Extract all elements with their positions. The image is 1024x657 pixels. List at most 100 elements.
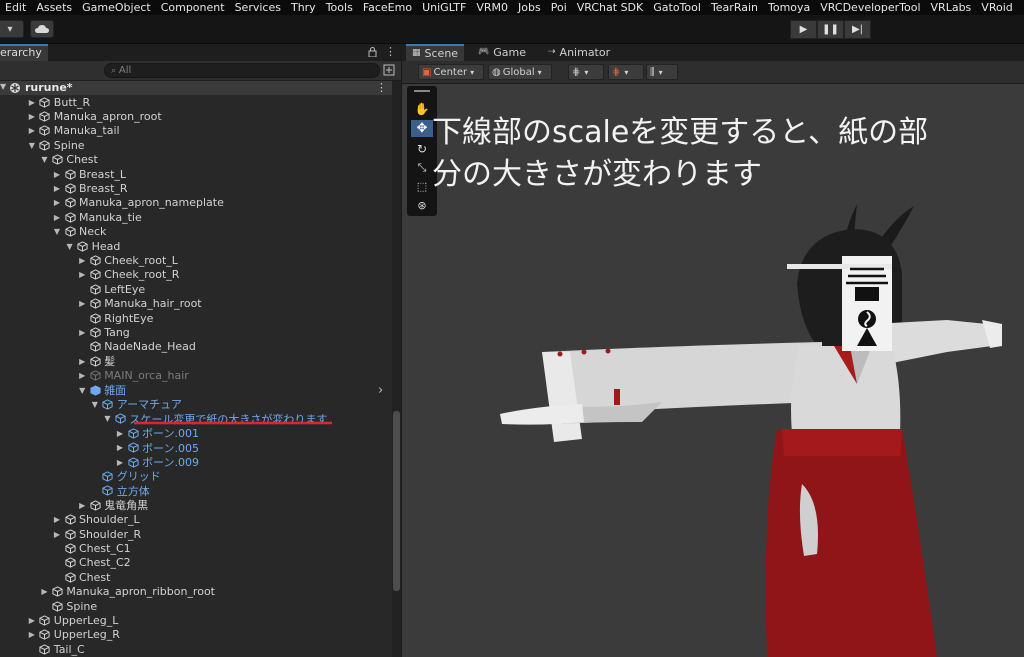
hierarchy-row[interactable]: ▶ Manuka_tail [0, 124, 392, 138]
collapsed-arrow-icon[interactable]: ▶ [76, 371, 88, 380]
collapsed-arrow-icon[interactable]: ▶ [51, 515, 63, 524]
move-tool-button[interactable]: ✥ [411, 120, 433, 137]
tab-animator[interactable]: ⇢ Animator [548, 44, 618, 61]
hierarchy-row[interactable]: ▶ MAIN_orca_hair [0, 369, 392, 383]
expanded-arrow-icon[interactable]: ▼ [38, 155, 50, 164]
hierarchy-row[interactable]: RightEye [0, 311, 392, 325]
prefab-open-chevron-icon[interactable]: › [378, 383, 383, 398]
hierarchy-row[interactable]: ▶ ボーン.005 [0, 441, 392, 455]
collapsed-arrow-icon[interactable]: ▶ [26, 98, 38, 107]
play-button[interactable]: ▶ [790, 20, 817, 39]
scene-menu-icon[interactable]: ⋮ [376, 81, 387, 94]
collapsed-arrow-icon[interactable]: ▶ [38, 587, 50, 596]
grid-snap-dropdown[interactable]: ⋕ ▾ [608, 64, 644, 80]
scene-visibility-icon[interactable] [383, 64, 395, 76]
menu-item-component[interactable]: Component [156, 0, 230, 15]
hierarchy-row[interactable]: ▶ Shoulder_L [0, 513, 392, 527]
tools-drag-handle[interactable] [414, 90, 430, 92]
scene-expand-arrow[interactable]: ▼ [0, 82, 6, 91]
menu-item-jobs[interactable]: Jobs [513, 0, 546, 15]
cloud-button[interactable] [30, 20, 54, 38]
menu-item-vrm0[interactable]: VRM0 [471, 0, 513, 15]
hierarchy-row[interactable]: ▶ Manuka_apron_ribbon_root [0, 585, 392, 599]
menu-item-poi[interactable]: Poi [546, 0, 572, 15]
hierarchy-row[interactable]: ▶ Butt_R [0, 95, 392, 109]
collapsed-arrow-icon[interactable]: ▶ [114, 458, 126, 467]
account-dropdown[interactable]: ▾ [0, 20, 24, 38]
menu-item-vroid[interactable]: VRoid [976, 0, 1017, 15]
menu-item-edit[interactable]: Edit [0, 0, 31, 15]
hierarchy-row[interactable]: ▶ Manuka_apron_root [0, 109, 392, 123]
hierarchy-row[interactable]: ▶ ボーン.001 [0, 426, 392, 440]
menu-item-gameobject[interactable]: GameObject [77, 0, 156, 15]
menu-item--[interactable]: さたにあしょっぴん [1018, 0, 1024, 15]
menu-item-vrlabs[interactable]: VRLabs [926, 0, 977, 15]
expanded-arrow-icon[interactable]: ▼ [64, 242, 76, 251]
rect-tool-button[interactable]: ⬚ [411, 178, 433, 195]
collapsed-arrow-icon[interactable]: ▶ [76, 357, 88, 366]
tab-scene[interactable]: ▦ Scene [406, 44, 464, 61]
collapsed-arrow-icon[interactable]: ▶ [26, 630, 38, 639]
menu-item-tearrain[interactable]: TearRain [706, 0, 763, 15]
space-dropdown[interactable]: ◍ Global ▾ [488, 64, 552, 80]
hierarchy-row[interactable]: ▼ 雑面 › [0, 383, 392, 398]
hierarchy-row[interactable]: 立方体 [0, 484, 392, 498]
menu-item-tools[interactable]: Tools [321, 0, 358, 15]
hierarchy-scrollbar[interactable] [392, 81, 401, 657]
hand-tool-button[interactable]: ✋ [411, 100, 433, 117]
hierarchy-row[interactable]: ▼ Head [0, 239, 392, 253]
snap-dropdown[interactable]: ⋕ ▾ [568, 64, 604, 80]
hierarchy-row[interactable]: Tail_C [0, 642, 392, 656]
hierarchy-row[interactable]: Chest_C2 [0, 556, 392, 570]
scene-root-row[interactable]: ▼ rurune* ⋮ [0, 81, 392, 95]
expanded-arrow-icon[interactable]: ▼ [89, 400, 101, 409]
rotate-tool-button[interactable]: ↻ [411, 140, 433, 157]
hierarchy-row[interactable]: ▼ Chest [0, 153, 392, 167]
hierarchy-row[interactable]: ▶ Manuka_apron_nameplate [0, 196, 392, 210]
hierarchy-row[interactable]: ▼ Spine [0, 138, 392, 152]
hierarchy-row[interactable]: Chest [0, 570, 392, 584]
hierarchy-row[interactable]: ▶ ボーン.009 [0, 455, 392, 469]
menu-item-gatotool[interactable]: GatoTool [648, 0, 706, 15]
menu-item-unigltf[interactable]: UniGLTF [417, 0, 471, 15]
menu-item-tomoya[interactable]: Tomoya [763, 0, 815, 15]
collapsed-arrow-icon[interactable]: ▶ [76, 328, 88, 337]
collapsed-arrow-icon[interactable]: ▶ [51, 213, 63, 222]
tab-game[interactable]: 🎮 Game [478, 44, 536, 61]
scene-viewport[interactable]: ✋ ✥ ↻ ⤡ ⬚ ⊛ 下線部のscaleを変更すると、紙の部 分の大きさが変わ… [402, 84, 1024, 657]
hierarchy-row[interactable]: Chest_C1 [0, 541, 392, 555]
collapsed-arrow-icon[interactable]: ▶ [76, 256, 88, 265]
hierarchy-row[interactable]: ▶ 髪 [0, 354, 392, 368]
collapsed-arrow-icon[interactable]: ▶ [51, 184, 63, 193]
expanded-arrow-icon[interactable]: ▼ [26, 141, 38, 150]
hierarchy-row[interactable]: ▶ Cheek_root_R [0, 268, 392, 282]
collapsed-arrow-icon[interactable]: ▶ [76, 270, 88, 279]
hierarchy-row[interactable]: ▼ Neck [0, 225, 392, 239]
step-button[interactable]: ▶| [844, 20, 871, 39]
menu-item-services[interactable]: Services [230, 0, 286, 15]
hierarchy-row[interactable]: グリッド [0, 469, 392, 483]
menu-item-thry[interactable]: Thry [286, 0, 321, 15]
collapsed-arrow-icon[interactable]: ▶ [51, 198, 63, 207]
menu-item-faceemo[interactable]: FaceEmo [358, 0, 417, 15]
hierarchy-row[interactable]: ▶ 鬼竜角黒 [0, 498, 392, 512]
menu-item-vrchat-sdk[interactable]: VRChat SDK [572, 0, 649, 15]
scrollbar-thumb[interactable] [393, 411, 400, 591]
collapsed-arrow-icon[interactable]: ▶ [26, 126, 38, 135]
menu-item-vrcdevelopertool[interactable]: VRCDeveloperTool [815, 0, 925, 15]
hierarchy-row[interactable]: ▶ Manuka_tie [0, 210, 392, 224]
hierarchy-row[interactable]: ▶ UpperLeg_L [0, 613, 392, 627]
hierarchy-row[interactable]: ▶ UpperLeg_R [0, 628, 392, 642]
more-menu-icon[interactable]: ⋮ [385, 45, 396, 58]
hierarchy-row[interactable]: NadeNade_Head [0, 340, 392, 354]
collapsed-arrow-icon[interactable]: ▶ [76, 299, 88, 308]
expanded-arrow-icon[interactable]: ▼ [51, 227, 63, 236]
collapsed-arrow-icon[interactable]: ▶ [76, 501, 88, 510]
collapsed-arrow-icon[interactable]: ▶ [26, 112, 38, 121]
hierarchy-row[interactable]: ▶ Breast_L [0, 167, 392, 181]
menu-item-assets[interactable]: Assets [31, 0, 77, 15]
pivot-dropdown[interactable]: ▣ Center ▾ [418, 64, 484, 80]
collapsed-arrow-icon[interactable]: ▶ [51, 530, 63, 539]
scale-tool-button[interactable]: ⤡ [411, 159, 433, 176]
collapsed-arrow-icon[interactable]: ▶ [114, 443, 126, 452]
